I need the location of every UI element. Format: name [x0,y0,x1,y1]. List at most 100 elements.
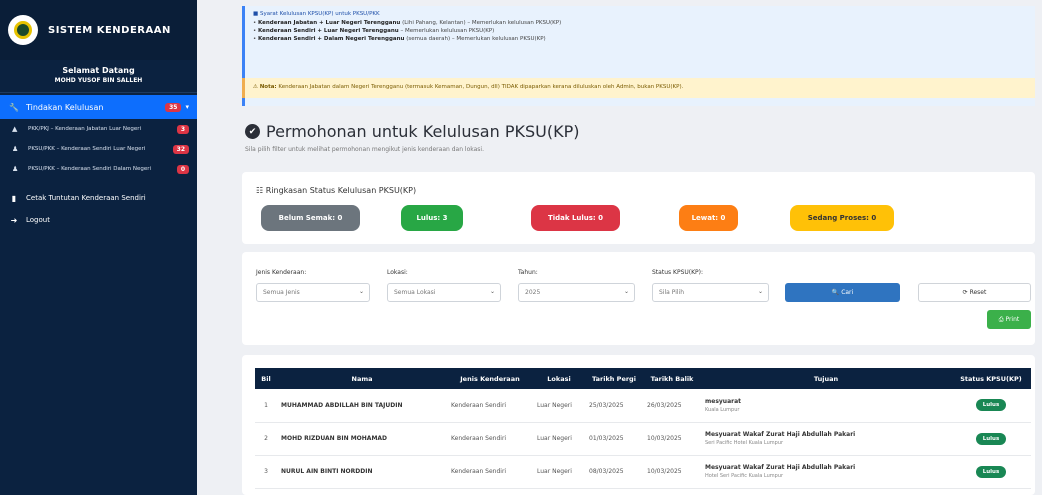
reset-button-label: Reset [969,289,987,296]
print-button-label: Print [1005,316,1020,323]
reset-button[interactable]: ⟳ Reset [918,283,1031,302]
cell-lokasi: Luar Negeri [533,389,585,423]
status-badge: Lulus [975,432,1007,445]
status-badge: Lulus [975,465,1007,478]
tahun-select[interactable]: 2025 ⌄ [518,283,635,302]
search-icon: 🔍 [831,289,842,296]
summary-card: ☷ Ringkasan Status Kelulusan PKSU(KP) Be… [242,172,1035,244]
applications-table: Bil Nama Jenis Kenderaan Lokasi Tarikh P… [255,368,1031,489]
cell-nama: MUHAMMAD ABDILLAH BIN TAJUDIN [277,389,447,423]
sidebar-item-label: Tindakan Kelulusan [26,102,104,112]
info-line-bold: Kenderaan Sendiri + Luar Negeri Terengga… [258,28,399,34]
sidebar-subitem-sendiri-luar[interactable]: ♟ PKSU/PKK – Kenderaan Sendiri Luar Nege… [0,139,197,159]
table-row[interactable]: 1 MUHAMMAD ABDILLAH BIN TAJUDIN Kenderaa… [255,389,1031,423]
print-button[interactable]: ⎙ Print [987,310,1031,329]
count-badge: 32 [172,144,189,154]
sidebar: SISTEM KENDERAAN Selamat Datang MOHD YUS… [0,0,197,495]
select-value: Sila Pilih [659,289,685,296]
status-select[interactable]: Sila Pilih ⌄ [652,283,769,302]
info-title: ■ Syarat Kelulusan KPSU(KP) untuk PKSU/P… [253,11,380,17]
sidebar-item-tindakan-kelulusan[interactable]: 🔧 Tindakan Kelulusan 35 ▾ [0,95,197,119]
chevron-down-icon: ⌄ [489,288,495,295]
cell-bil: 3 [255,455,277,489]
sidebar-subitem-sendiri-dalam[interactable]: ♟ PKSU/PKK – Kenderaan Sendiri Dalam Neg… [0,159,197,179]
warning-icon: ⚠ [253,84,258,90]
col-header-bil[interactable]: Bil [255,368,277,389]
select-value: Semua Jenis [263,289,300,296]
tujuan-main: mesyuarat [705,397,741,405]
chevron-down-icon: ⌄ [358,288,364,295]
cell-tarikh-balik: 26/03/2025 [643,389,701,423]
sidebar-item-logout[interactable]: ➜ Logout [0,209,197,231]
select-value: Semua Lokasi [394,289,436,296]
cell-nama: NURUL AIN BINTI NORDDIN [277,455,447,489]
cell-status: Lulus [951,422,1031,456]
search-button[interactable]: 🔍 Cari [785,283,900,302]
count-badge: 0 [176,164,189,174]
cell-status: Lulus [951,389,1031,423]
status-badge: Lulus [975,399,1007,412]
cell-bil: 1 [255,389,277,423]
search-button-label: Cari [841,289,854,296]
status-pill-lewat[interactable]: Lewat: 0 [679,205,738,231]
count-badge: 35 [165,102,182,112]
cell-nama: MOHD RIZDUAN BIN MOHAMAD [277,422,447,456]
status-pill-tidak-lulus[interactable]: Tidak Lulus: 0 [531,205,620,231]
info-line-bold: Kenderaan Jabatan + Luar Negeri Terengga… [258,20,401,26]
car-icon: ▲ [12,125,18,133]
lokasi-select[interactable]: Semua Lokasi ⌄ [387,283,501,302]
logout-icon: ➜ [10,215,18,225]
info-title-text: Syarat Kelulusan KPSU(KP) untuk PKSU/PKK [259,11,380,17]
cell-tarikh-pergi: 25/03/2025 [585,389,643,423]
sidebar-item-label: Logout [26,216,50,224]
tujuan-location: Seri Pacific Hotel Kuala Lumpur [705,440,784,446]
chevron-down-icon: ⌄ [757,288,763,295]
table-row[interactable]: 2 MOHD RIZDUAN BIN MOHAMAD Kenderaan Sen… [255,422,1031,456]
col-header-jenis[interactable]: Jenis Kenderaan [447,368,533,389]
cell-lokasi: Luar Negeri [533,455,585,489]
col-header-tarikh-pergi[interactable]: Tarikh Pergi [585,368,643,389]
cell-tarikh-pergi: 01/03/2025 [585,422,643,456]
sidebar-subitem-label: PKSU/PKK – Kenderaan Sendiri Luar Negeri [28,146,146,152]
user-icon: ♟ [12,145,19,153]
check-circle-icon: ✔ [245,124,260,139]
table-row[interactable]: 3 NURUL AIN BINTI NORDDIN Kenderaan Send… [255,455,1031,489]
cell-tarikh-balik: 10/03/2025 [643,422,701,456]
document-icon: ▮ [11,193,17,203]
info-line: • Kenderaan Jabatan + Luar Negeri Tereng… [253,20,562,26]
brand-name: SISTEM KENDERAAN [48,24,171,36]
filter-label-status: Status KPSU(KP): [652,269,704,276]
sidebar-subitem-label: PKK/PKJ – Kenderaan Jabatan Luar Negeri [28,126,142,132]
note-alert: ⚠ Nota: Kenderaan Jabatan dalam Negeri T… [242,78,1035,98]
user-icon: ♟ [12,165,19,173]
info-line-rest: (semua daerah) – Memerlukan kelulusan PK… [406,36,546,42]
col-header-tujuan[interactable]: Tujuan [701,368,951,389]
cell-tarikh-balik: 10/03/2025 [643,455,701,489]
cell-jenis: Kenderaan Sendiri [447,455,533,489]
tujuan-location: Hotel Seri Pacific Kuala Lumpur [705,473,784,479]
sidebar-subitem-jabatan-luar[interactable]: ▲ PKK/PKJ – Kenderaan Jabatan Luar Neger… [0,119,197,139]
sidebar-item-cetak-tuntutan[interactable]: ▮ Cetak Tuntutan Kenderaan Sendiri [0,187,197,209]
cell-lokasi: Luar Negeri [533,422,585,456]
info-line-rest: – Memerlukan kelulusan PKSU(KP) [400,28,495,34]
chevron-down-icon: ▾ [185,103,189,111]
filter-label-jenis: Jenis Kenderaan: [256,269,307,276]
status-pill-belum-semak[interactable]: Belum Semak: 0 [261,205,360,231]
col-header-tarikh-balik[interactable]: Tarikh Balik [643,368,701,389]
col-header-nama[interactable]: Nama [277,368,447,389]
note-label: Nota: [259,84,277,90]
page-title-text: Permohonan untuk Kelulusan PKSU(KP) [266,122,580,141]
brand[interactable]: SISTEM KENDERAAN [0,0,197,60]
page-subtitle: Sila pilih filter untuk melihat permohon… [245,146,484,153]
info-line: • Kenderaan Sendiri + Dalam Negeri Teren… [253,36,546,42]
col-header-lokasi[interactable]: Lokasi [533,368,585,389]
status-pill-sedang-proses[interactable]: Sedang Proses: 0 [790,205,894,231]
select-value: 2025 [525,289,541,296]
count-badge: 3 [176,124,189,134]
jenis-kenderaan-select[interactable]: Semua Jenis ⌄ [256,283,370,302]
col-header-status[interactable]: Status KPSU(KP) [951,368,1031,389]
summary-title-text: Ringkasan Status Kelulusan PKSU(KP) [265,186,417,195]
page-title: ✔ Permohonan untuk Kelulusan PKSU(KP) [245,122,579,141]
status-pill-lulus[interactable]: Lulus: 3 [401,205,463,231]
info-line-rest: (Lihi Pahang, Kelantan) – Memerlukan kel… [402,20,562,26]
